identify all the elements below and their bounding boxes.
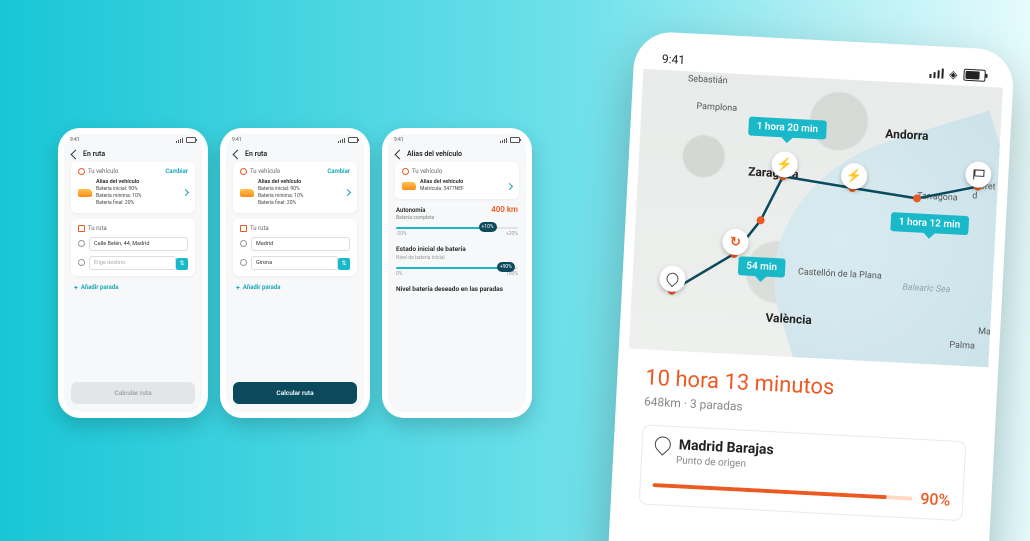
status-bar: 9:41 xyxy=(226,134,364,146)
phone-mockup-3: 9:41 Alias del vehículo Tu vehículo Alia… xyxy=(382,128,532,418)
battery-icon xyxy=(348,137,358,143)
status-bar: 9:41 xyxy=(64,134,202,146)
battery-icon xyxy=(510,137,520,143)
calculate-route-button: Calcular ruta xyxy=(71,382,195,404)
chevron-right-icon xyxy=(506,183,513,190)
wifi-icon: ◈ xyxy=(949,67,958,80)
vehicle-card[interactable]: Tu vehículo Cambiar Alias del vehículo B… xyxy=(233,162,357,213)
slider-knob[interactable]: +90% xyxy=(497,262,515,272)
slider-knob[interactable]: +10% xyxy=(479,222,497,232)
swap-button[interactable]: ⇅ xyxy=(338,258,350,270)
location-icon xyxy=(664,270,681,287)
section-label: Tu vehículo xyxy=(250,168,280,175)
swirl-icon: ↻ xyxy=(730,234,742,250)
phone-mockup-2: 9:41 En ruta Tu vehículo Cambiar Alias d… xyxy=(220,128,370,418)
chevron-right-icon xyxy=(182,189,189,196)
page-title: Alias del vehículo xyxy=(407,150,462,158)
page-title: En ruta xyxy=(83,150,105,158)
trip-summary-sheet: 10 hora 13 minutos 648km · 3 paradas Edi… xyxy=(616,349,989,541)
stops-battery-title: Nivel batería deseado en las paradas xyxy=(388,283,526,295)
car-icon xyxy=(78,168,85,175)
vehicle-info: Alias del vehículo Matrícula: 3477NEF xyxy=(420,179,503,193)
origin-dot-icon xyxy=(240,240,247,247)
status-time: 9:41 xyxy=(70,137,80,143)
autonomy-slider[interactable]: +10% xyxy=(396,227,518,229)
screen: 9:41 En ruta Tu vehículo Cambiar Alias d… xyxy=(226,134,364,412)
dest-dot-icon xyxy=(240,259,247,266)
stop-card[interactable]: Madrid Barajas Punto de origen 90% xyxy=(639,424,967,521)
battery-progress xyxy=(653,482,913,500)
route-card: Tu ruta Calle Belén, 44, Madrid Elige de… xyxy=(71,219,195,276)
init-battery-title: Estado inicial de batería xyxy=(388,243,526,255)
route-icon xyxy=(240,225,247,232)
section-label: Tu ruta xyxy=(250,225,269,232)
swap-button[interactable]: ⇅ xyxy=(176,258,188,270)
section-label: Tu vehículo xyxy=(88,168,118,175)
phone-mockup-1: 9:41 En ruta Tu vehículo Cambiar Alias d… xyxy=(58,128,208,418)
car-image xyxy=(78,189,92,197)
page-header: En ruta xyxy=(226,146,364,162)
status-time: 9:41 xyxy=(232,137,242,143)
segment-time-tag: 54 min xyxy=(738,256,786,277)
origin-input[interactable]: Madrid xyxy=(251,237,350,251)
bolt-icon: ⚡ xyxy=(846,168,863,184)
calculate-route-button[interactable]: Calcular ruta xyxy=(233,382,357,404)
init-battery-field: Nivel de batería inicial +90% 0%100% xyxy=(388,255,526,283)
car-image xyxy=(402,182,416,190)
status-bar: 9:41 xyxy=(388,134,526,146)
autonomy-field: AutonomíaBatería completa400 km +10% -20… xyxy=(388,205,526,243)
page-header: En ruta xyxy=(64,146,202,162)
destination-input[interactable]: Elige destino xyxy=(89,256,176,270)
vehicle-card[interactable]: Tu vehículo Alias del vehículo Matrícula… xyxy=(395,162,519,199)
location-icon xyxy=(652,433,675,456)
status-time: 9:41 xyxy=(394,137,404,143)
stage: { "status_time": "9:41", "phone1": { "ti… xyxy=(0,0,1030,541)
bolt-icon: ⚡ xyxy=(776,157,793,173)
car-icon xyxy=(240,168,247,175)
phone-mockup-large: 9:41 ◈ Sebastián Pamplona Andorra Zarago… xyxy=(605,30,1015,541)
page-title: En ruta xyxy=(245,150,267,158)
init-battery-slider[interactable]: +90% xyxy=(396,267,518,269)
route-card: Tu ruta Madrid Girona ⇅ xyxy=(233,219,357,276)
change-link[interactable]: Cambiar xyxy=(327,168,350,175)
origin-dot-icon xyxy=(78,240,85,247)
vehicle-info: Alias del vehículo Batería inicial: 90% … xyxy=(258,179,341,207)
vehicle-card[interactable]: Tu vehículo Cambiar Alias del vehículo B… xyxy=(71,162,195,213)
back-icon[interactable] xyxy=(233,149,243,159)
screen: 9:41 En ruta Tu vehículo Cambiar Alias d… xyxy=(64,134,202,412)
screen: 9:41 ◈ Sebastián Pamplona Andorra Zarago… xyxy=(616,41,1005,541)
status-time: 9:41 xyxy=(662,52,686,67)
map-view[interactable]: Sebastián Pamplona Andorra Zaragoza Tarr… xyxy=(629,69,1003,367)
back-icon[interactable] xyxy=(395,149,405,159)
flag-icon xyxy=(973,169,985,180)
add-stop-button[interactable]: +Añadir parada xyxy=(226,282,364,298)
signal-icon xyxy=(338,138,345,143)
signal-icon xyxy=(500,138,507,143)
page-header: Alias del vehículo xyxy=(388,146,526,162)
car-image xyxy=(240,189,254,197)
signal-icon xyxy=(176,138,183,143)
change-link[interactable]: Cambiar xyxy=(165,168,188,175)
back-icon[interactable] xyxy=(71,149,81,159)
battery-icon xyxy=(186,137,196,143)
car-icon xyxy=(402,168,409,175)
destination-input[interactable]: Girona xyxy=(251,256,338,270)
autonomy-value: 400 km xyxy=(491,205,518,214)
signal-icon xyxy=(929,68,944,79)
section-label: Tu vehículo xyxy=(412,168,442,175)
segment-time-tag: 1 hora 20 min xyxy=(748,117,826,140)
route-icon xyxy=(78,225,85,232)
battery-icon xyxy=(963,69,986,82)
vehicle-info: Alias del vehículo Batería inicial: 90% … xyxy=(96,179,179,207)
add-stop-button[interactable]: +Añadir parada xyxy=(64,282,202,298)
dest-dot-icon xyxy=(78,259,85,266)
section-label: Tu ruta xyxy=(88,225,107,232)
chevron-right-icon xyxy=(344,189,351,196)
origin-input[interactable]: Calle Belén, 44, Madrid xyxy=(89,237,188,251)
battery-percent: 90% xyxy=(920,489,951,510)
screen: 9:41 Alias del vehículo Tu vehículo Alia… xyxy=(388,134,526,412)
segment-time-tag: 1 hora 12 min xyxy=(890,212,968,235)
